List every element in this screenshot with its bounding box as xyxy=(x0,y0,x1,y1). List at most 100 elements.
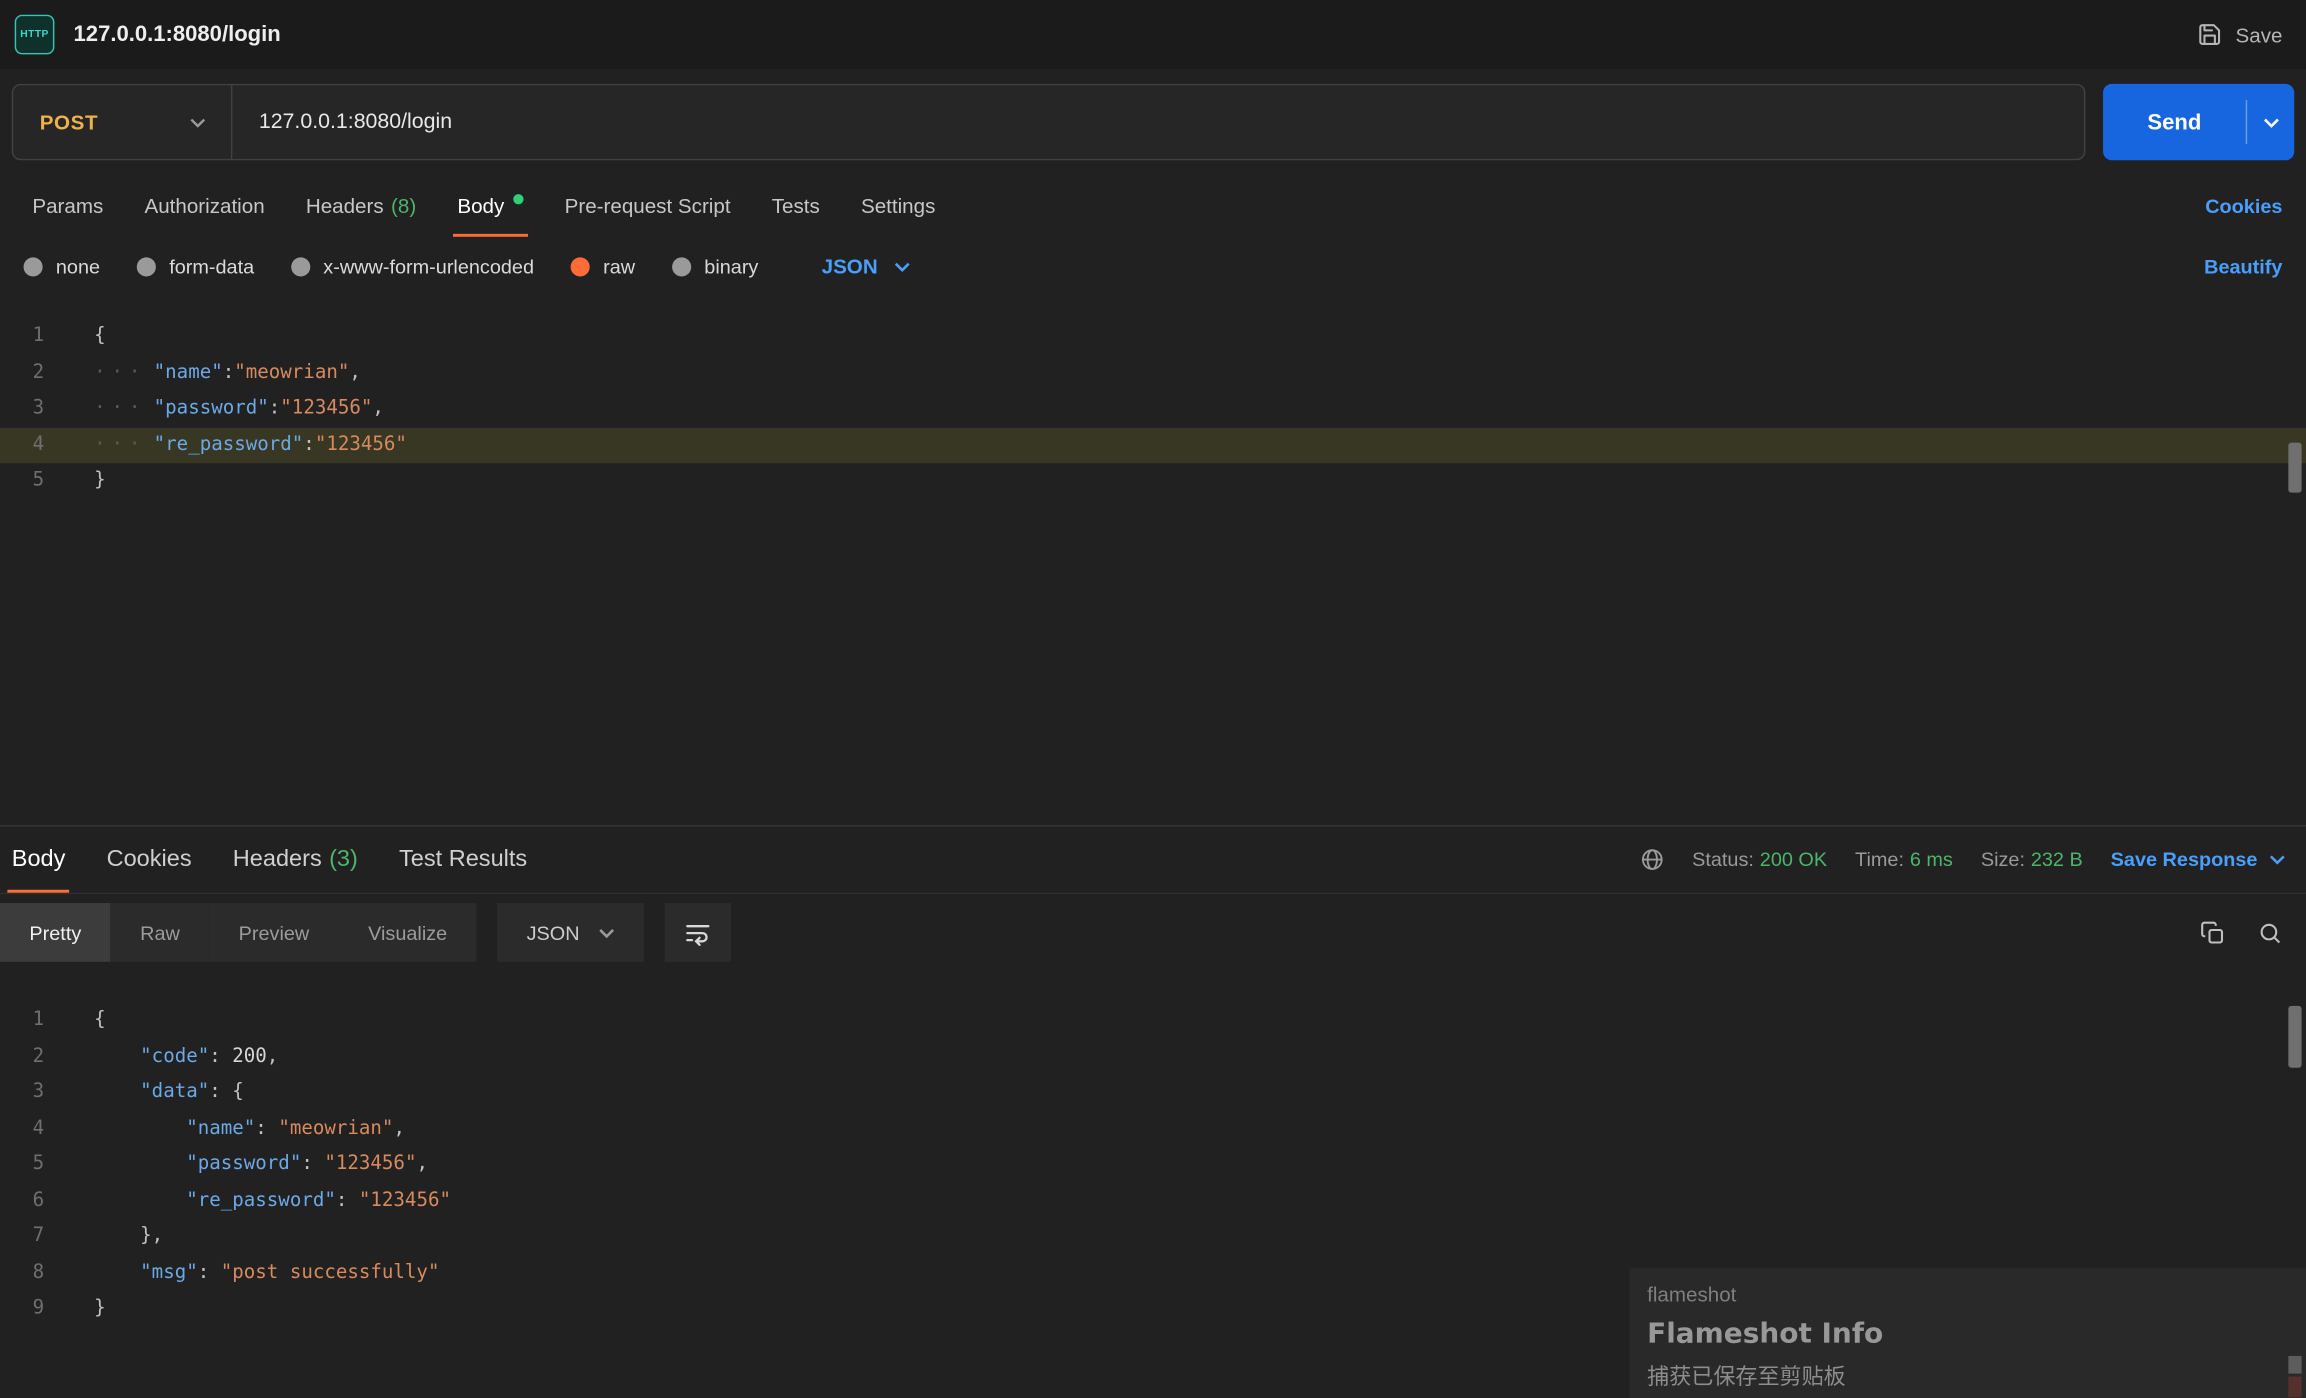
body-mode-x-www-form-urlencoded[interactable]: x-www-form-urlencoded xyxy=(291,255,534,277)
cookies-link[interactable]: Cookies xyxy=(2205,195,2282,217)
scrollbar-thumb[interactable] xyxy=(2288,443,2301,493)
response-tab-headers[interactable]: Headers(3) xyxy=(212,827,378,893)
tab-settings[interactable]: Settings xyxy=(840,175,956,237)
code-line[interactable]: 7 }, xyxy=(0,1219,2306,1255)
chevron-down-icon xyxy=(894,261,910,271)
beautify-link[interactable]: Beautify xyxy=(2204,255,2282,277)
send-options-button[interactable] xyxy=(2247,84,2294,160)
line-number: 3 xyxy=(0,1075,68,1111)
code-text[interactable]: } xyxy=(68,1291,106,1327)
view-pretty-button[interactable]: Pretty xyxy=(0,903,111,962)
globe-icon[interactable] xyxy=(1639,847,1664,872)
code-text[interactable]: "code": 200, xyxy=(68,1039,279,1075)
save-label: Save xyxy=(2236,23,2283,47)
tab-pre-request-script[interactable]: Pre-request Script xyxy=(544,175,751,237)
flameshot-title: Flameshot Info xyxy=(1647,1318,2288,1350)
response-tab-body[interactable]: Body xyxy=(0,827,86,893)
code-line[interactable]: 2···"name":"meowrian", xyxy=(0,355,2306,391)
body-mode-binary[interactable]: binary xyxy=(672,255,758,277)
mode-label: binary xyxy=(704,255,758,277)
code-text[interactable]: { xyxy=(68,319,106,355)
tab-params[interactable]: Params xyxy=(12,175,124,237)
response-language-select[interactable]: JSON xyxy=(497,903,644,962)
code-line[interactable]: 1{ xyxy=(0,319,2306,355)
body-mode-none[interactable]: none xyxy=(24,255,101,277)
save-button[interactable]: Save xyxy=(2197,22,2282,47)
code-text[interactable]: "password": "123456", xyxy=(68,1147,428,1183)
tab-label: Params xyxy=(32,194,103,218)
response-tab-test-results[interactable]: Test Results xyxy=(378,827,547,893)
radio-icon xyxy=(672,257,691,276)
line-number: 5 xyxy=(0,463,68,499)
save-response-label: Save Response xyxy=(2111,849,2258,871)
code-line[interactable]: 2 "code": 200, xyxy=(0,1039,2306,1075)
mode-label: form-data xyxy=(169,255,254,277)
code-line[interactable]: 5 "password": "123456", xyxy=(0,1147,2306,1183)
radio-icon xyxy=(24,257,43,276)
line-number: 2 xyxy=(0,355,68,391)
mode-label: x-www-form-urlencoded xyxy=(323,255,534,277)
code-text[interactable]: "msg": "post successfully" xyxy=(68,1255,440,1291)
scrollbar-thumb[interactable] xyxy=(2288,1006,2301,1068)
code-line[interactable]: 1{ xyxy=(0,1003,2306,1039)
method-select[interactable]: POST xyxy=(13,85,231,159)
tab-label: Body xyxy=(12,846,66,872)
view-preview-button[interactable]: Preview xyxy=(209,903,338,962)
code-line[interactable]: 4···"re_password":"123456" xyxy=(0,427,2306,463)
status-badge: Status:200 OK xyxy=(1692,849,1827,871)
code-text[interactable]: "re_password": "123456" xyxy=(68,1183,451,1219)
flameshot-app-name: flameshot xyxy=(1647,1282,2288,1306)
body-language-select[interactable]: JSON xyxy=(822,254,910,278)
request-body-editor[interactable]: 1{2···"name":"meowrian",3···"password":"… xyxy=(0,296,2306,825)
code-text[interactable]: "data": { xyxy=(68,1075,244,1111)
copy-icon[interactable] xyxy=(2200,920,2225,945)
body-mode-row: none form-data x-www-form-urlencoded raw… xyxy=(0,237,2306,296)
line-number: 5 xyxy=(0,1147,68,1183)
code-line[interactable]: 3 "data": { xyxy=(0,1075,2306,1111)
wrap-text-icon xyxy=(684,918,712,946)
code-line[interactable]: 3···"password":"123456", xyxy=(0,391,2306,427)
response-actions xyxy=(2200,920,2282,945)
chevron-down-icon xyxy=(2263,117,2279,127)
tab-body[interactable]: Body xyxy=(437,175,544,237)
code-text[interactable]: "name": "meowrian", xyxy=(68,1111,405,1147)
line-number: 9 xyxy=(0,1291,68,1327)
code-line[interactable]: 5} xyxy=(0,463,2306,499)
body-mode-raw[interactable]: raw xyxy=(571,255,635,277)
url-input[interactable] xyxy=(232,110,2084,134)
line-number: 3 xyxy=(0,391,68,427)
response-tabs: Body Cookies Headers(3) Test Results xyxy=(0,827,548,893)
code-text[interactable]: }, xyxy=(68,1219,164,1255)
code-line[interactable]: 4 "name": "meowrian", xyxy=(0,1111,2306,1147)
search-icon[interactable] xyxy=(2257,920,2282,945)
tab-authorization[interactable]: Authorization xyxy=(124,175,285,237)
view-raw-button[interactable]: Raw xyxy=(111,903,210,962)
radio-icon xyxy=(291,257,310,276)
code-text[interactable]: ···"name":"meowrian", xyxy=(68,355,361,391)
flameshot-notification: flameshot Flameshot Info 捕获已保存至剪贴板 xyxy=(1629,1268,2306,1398)
request-title: 127.0.0.1:8080/login xyxy=(74,22,281,47)
tab-tests[interactable]: Tests xyxy=(751,175,840,237)
language-label: JSON xyxy=(822,254,878,278)
code-text[interactable]: ···"password":"123456", xyxy=(68,391,384,427)
send-label[interactable]: Send xyxy=(2103,84,2246,160)
code-text[interactable]: ···"re_password":"123456" xyxy=(68,427,407,463)
tab-label: Body xyxy=(457,194,504,218)
tab-headers[interactable]: Headers(8) xyxy=(285,175,437,237)
send-button[interactable]: Send xyxy=(2103,84,2294,160)
line-number: 2 xyxy=(0,1039,68,1075)
code-text[interactable]: { xyxy=(68,1003,106,1039)
code-line[interactable]: 6 "re_password": "123456" xyxy=(0,1183,2306,1219)
response-tab-cookies[interactable]: Cookies xyxy=(86,827,212,893)
body-mode-form-data[interactable]: form-data xyxy=(137,255,254,277)
code-text[interactable]: } xyxy=(68,463,106,499)
request-tabs: Params Authorization Headers(8) Body Pre… xyxy=(0,175,2306,237)
line-number: 7 xyxy=(0,1219,68,1255)
wrap-text-button[interactable] xyxy=(665,903,731,962)
save-response-button[interactable]: Save Response xyxy=(2111,849,2286,871)
size-badge: Size:232 B xyxy=(1981,849,2083,871)
radio-icon xyxy=(137,257,156,276)
headers-count-badge: (3) xyxy=(329,846,358,872)
view-visualize-button[interactable]: Visualize xyxy=(339,903,477,962)
response-header: Body Cookies Headers(3) Test Results Sta… xyxy=(0,827,2306,895)
